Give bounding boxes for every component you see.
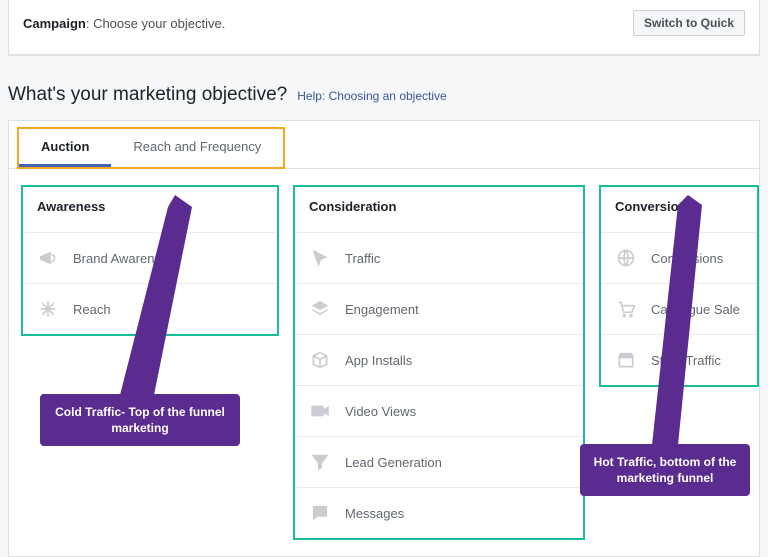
layers-icon	[309, 298, 331, 320]
option-messages[interactable]: Messages	[295, 487, 583, 538]
campaign-header-card: Campaign: Choose your objective. Switch …	[8, 0, 760, 56]
option-label: Catalogue Sale	[651, 302, 740, 317]
option-label: Messages	[345, 506, 404, 521]
column-conversion-title: Conversion	[601, 187, 757, 232]
option-engagement[interactable]: Engagement	[295, 283, 583, 334]
option-traffic[interactable]: Traffic	[295, 232, 583, 283]
option-label: Engagement	[345, 302, 419, 317]
option-brand-awareness[interactable]: Brand Awareness	[23, 232, 277, 283]
cart-icon	[615, 298, 637, 320]
option-catalogue-sales[interactable]: Catalogue Sale	[601, 283, 757, 334]
campaign-header-bar: Campaign: Choose your objective. Switch …	[9, 0, 759, 55]
chat-icon	[309, 502, 331, 524]
campaign-title-rest: : Choose your objective.	[86, 16, 225, 31]
column-consideration-title: Consideration	[295, 187, 583, 232]
option-label: App Installs	[345, 353, 412, 368]
store-icon	[615, 349, 637, 371]
option-label: Reach	[73, 302, 111, 317]
funnel-icon	[309, 451, 331, 473]
option-app-installs[interactable]: App Installs	[295, 334, 583, 385]
option-label: Conversions	[651, 251, 723, 266]
column-consideration: Consideration Traffic Engagement App Ins…	[293, 185, 585, 540]
option-label: Traffic	[345, 251, 380, 266]
callout-hot-traffic: Hot Traffic, bottom of the marketing fun…	[580, 444, 750, 496]
help-link[interactable]: Help: Choosing an objective	[297, 89, 446, 103]
option-label: Video Views	[345, 404, 416, 419]
option-label: Store Traffic	[651, 353, 721, 368]
campaign-title: Campaign: Choose your objective.	[23, 16, 225, 31]
box-icon	[309, 349, 331, 371]
option-reach[interactable]: Reach	[23, 283, 277, 334]
tab-auction[interactable]: Auction	[19, 129, 111, 167]
cursor-icon	[309, 247, 331, 269]
option-lead-generation[interactable]: Lead Generation	[295, 436, 583, 487]
objective-columns: Awareness Brand Awareness Reach Consider…	[9, 169, 759, 556]
option-label: Lead Generation	[345, 455, 442, 470]
option-store-traffic[interactable]: Store Traffic	[601, 334, 757, 385]
option-label: Brand Awareness	[73, 251, 175, 266]
callout-cold-traffic: Cold Traffic- Top of the funnel marketin…	[40, 394, 240, 446]
asterisk-icon	[37, 298, 59, 320]
option-conversions[interactable]: Conversions	[601, 232, 757, 283]
objective-question: What's your marketing objective?	[8, 84, 287, 106]
column-awareness: Awareness Brand Awareness Reach	[21, 185, 279, 336]
switch-to-quick-button[interactable]: Switch to Quick	[633, 10, 745, 36]
globe-icon	[615, 247, 637, 269]
tab-reach-frequency[interactable]: Reach and Frequency	[111, 129, 283, 167]
tabs-highlight-box: Auction Reach and Frequency	[17, 127, 285, 169]
campaign-title-bold: Campaign	[23, 16, 86, 31]
video-icon	[309, 400, 331, 422]
option-video-views[interactable]: Video Views	[295, 385, 583, 436]
column-conversion: Conversion Conversions Catalogue Sale St…	[599, 185, 759, 387]
objective-question-row: What's your marketing objective? Help: C…	[0, 56, 768, 120]
megaphone-icon	[37, 247, 59, 269]
column-awareness-title: Awareness	[23, 187, 277, 232]
